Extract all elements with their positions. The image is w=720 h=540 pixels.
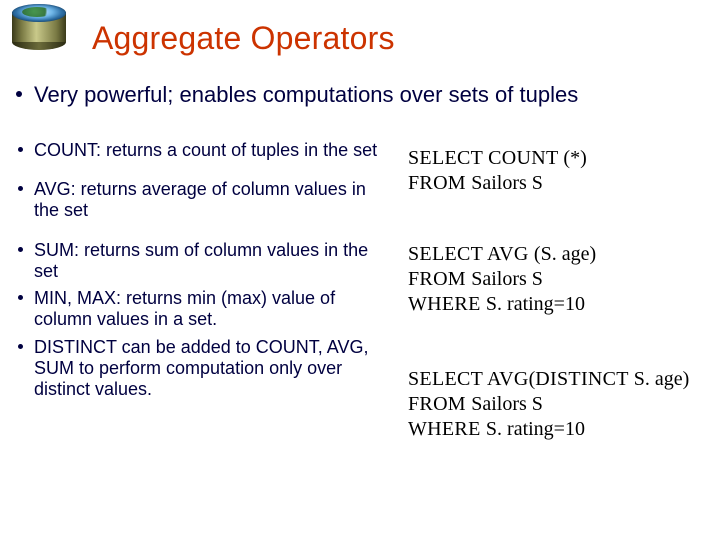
sql-line: SELECT AVG(DISTINCT S. age) bbox=[408, 367, 700, 392]
slide-title: Aggregate Operators bbox=[92, 20, 395, 57]
sql-line: SELECT COUNT (*) bbox=[408, 146, 700, 171]
sql-expr: Sailors S bbox=[471, 172, 543, 194]
bullet-icon bbox=[16, 91, 22, 97]
slide: Aggregate Operators Very powerful; enabl… bbox=[0, 0, 720, 540]
sql-expr: (*) bbox=[563, 147, 586, 169]
sql-keyword: SELECT AVG bbox=[408, 368, 529, 390]
list-item: AVG: returns average of column values in… bbox=[34, 179, 390, 221]
list-item: DISTINCT can be added to COUNT, AVG, SUM… bbox=[34, 337, 390, 401]
bullet-icon bbox=[18, 247, 23, 252]
bullet-icon bbox=[18, 295, 23, 300]
lead-bullet: Very powerful; enables computations over… bbox=[34, 82, 700, 108]
list-item: SUM: returns sum of column values in the… bbox=[34, 240, 390, 282]
left-column: COUNT: returns a count of tuples in the … bbox=[34, 140, 390, 418]
sql-expr: S. rating=10 bbox=[486, 293, 585, 315]
sql-line: FROM Sailors S bbox=[408, 392, 700, 417]
sql-keyword: FROM bbox=[408, 268, 471, 290]
db-globe-icon bbox=[10, 2, 68, 48]
list-item: COUNT: returns a count of tuples in the … bbox=[34, 140, 390, 161]
sql-keyword: DISTINCT bbox=[535, 368, 633, 390]
sql-keyword: FROM bbox=[408, 172, 471, 194]
sql-block-1: SELECT COUNT (*) FROM Sailors S bbox=[408, 146, 700, 196]
sql-expr: Sailors S bbox=[471, 268, 543, 290]
bullet-icon bbox=[18, 186, 23, 191]
sql-expr: S. age) bbox=[634, 368, 690, 390]
sql-block-2: SELECT AVG (S. age) FROM Sailors S WHERE… bbox=[408, 242, 700, 317]
sql-expr: (S. age) bbox=[534, 243, 596, 265]
sql-line: SELECT AVG (S. age) bbox=[408, 242, 700, 267]
lead-text: Very powerful; enables computations over… bbox=[34, 82, 578, 107]
sql-line: FROM Sailors S bbox=[408, 267, 700, 292]
item-text: AVG: returns average of column values in… bbox=[34, 179, 366, 220]
item-text: DISTINCT can be added to COUNT, AVG, SUM… bbox=[34, 337, 368, 399]
list-item: MIN, MAX: returns min (max) value of col… bbox=[34, 288, 390, 330]
item-text: MIN, MAX: returns min (max) value of col… bbox=[34, 288, 335, 329]
bullet-icon bbox=[18, 147, 23, 152]
sql-keyword: SELECT COUNT bbox=[408, 147, 563, 169]
sql-keyword: WHERE bbox=[408, 293, 486, 315]
sql-expr: S. rating=10 bbox=[486, 418, 585, 440]
item-text: COUNT: returns a count of tuples in the … bbox=[34, 140, 377, 160]
sql-expr: Sailors S bbox=[471, 393, 543, 415]
right-column: SELECT COUNT (*) FROM Sailors S SELECT A… bbox=[408, 140, 700, 482]
sql-keyword: FROM bbox=[408, 393, 471, 415]
sql-block-3: SELECT AVG(DISTINCT S. age) FROM Sailors… bbox=[408, 367, 700, 442]
bullet-icon bbox=[18, 344, 23, 349]
sql-line: FROM Sailors S bbox=[408, 171, 700, 196]
sql-keyword: WHERE bbox=[408, 418, 486, 440]
item-text: SUM: returns sum of column values in the… bbox=[34, 240, 368, 281]
two-column-body: COUNT: returns a count of tuples in the … bbox=[0, 140, 720, 540]
sql-line: WHERE S. rating=10 bbox=[408, 292, 700, 317]
sql-keyword: SELECT AVG bbox=[408, 243, 534, 265]
sql-line: WHERE S. rating=10 bbox=[408, 417, 700, 442]
